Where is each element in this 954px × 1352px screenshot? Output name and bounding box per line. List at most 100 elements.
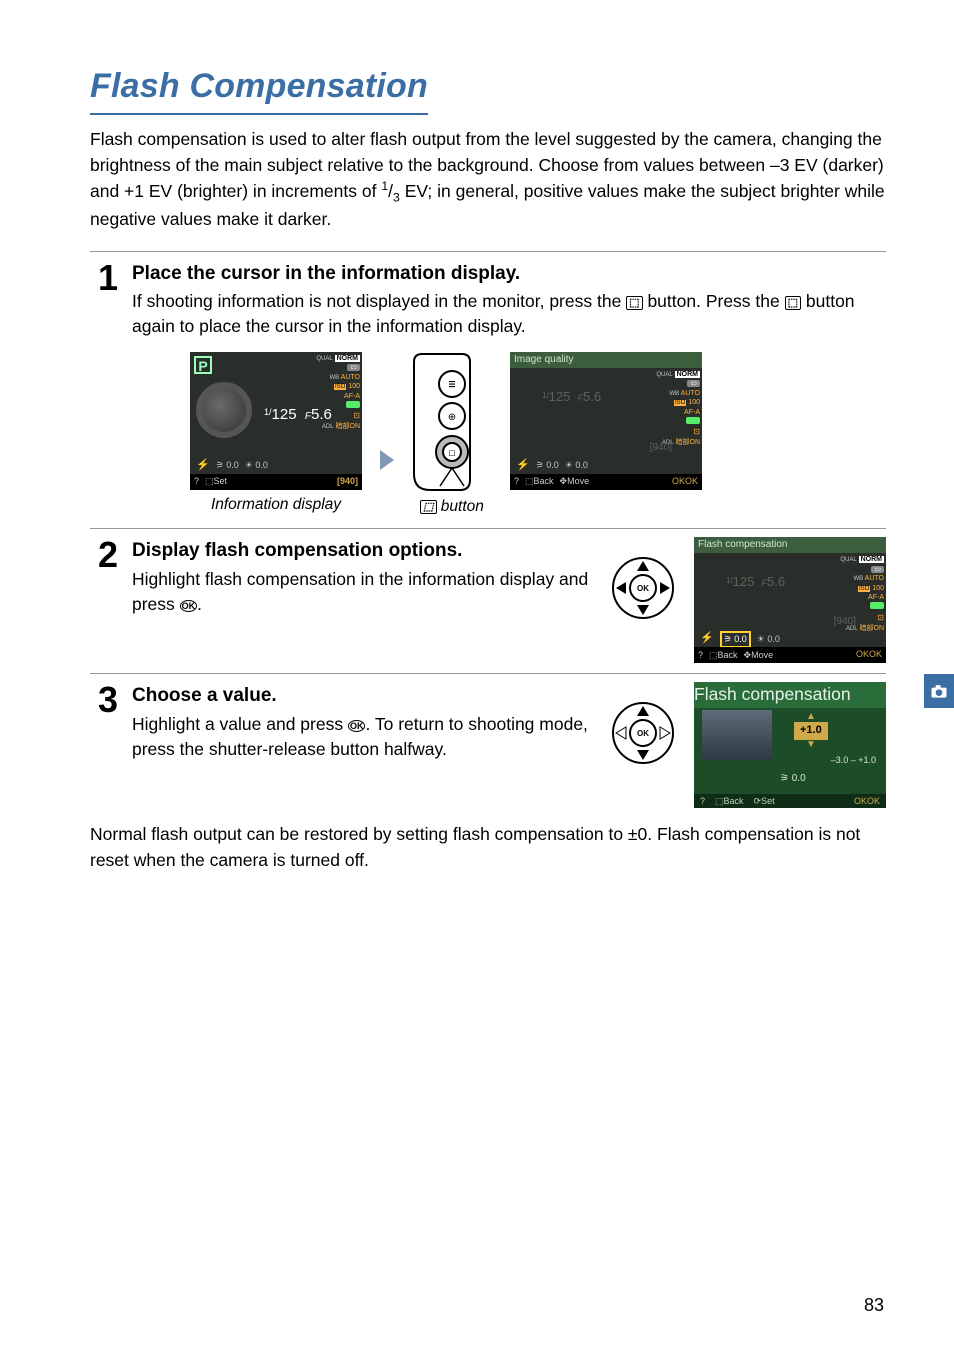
- lcd-flash-comp-highlight: Flash compensation 1/125 F5.6 QUAL NORM …: [694, 537, 886, 663]
- bolt-icon: ⚡: [700, 631, 714, 647]
- value-range: –3.0 – +1.0: [831, 754, 876, 767]
- flash-comp-value: 0.0: [546, 460, 559, 470]
- lcd-header: Flash compensation: [694, 537, 886, 553]
- exp-comp-value: 0.0: [575, 460, 588, 470]
- step-heading: Display flash compensation options.: [132, 537, 592, 565]
- dpad-illustration: OK: [610, 555, 676, 628]
- qual-label: QUAL: [656, 372, 672, 378]
- info-button-glyph: ⬚: [785, 296, 801, 310]
- wb-label: WB: [669, 391, 679, 397]
- lcd-status-row: ⚡ ⚞ 0.0 ☀ 0.0: [694, 631, 886, 647]
- dpad-illustration: OK: [610, 700, 676, 773]
- lcd-bottom-bar: ? ⬚Back ✥Move OKOK: [694, 647, 886, 663]
- lcd-bottom-bar: ? ⬚Set [940]: [190, 474, 362, 490]
- step-text: Highlight a value and press OK. To retur…: [132, 712, 592, 763]
- page-title: Flash Compensation: [90, 62, 428, 115]
- ok-button-glyph: OK: [180, 600, 198, 612]
- norm-label: NORM: [675, 371, 700, 378]
- frame-count-grey: [940]: [650, 441, 672, 456]
- af-mode: AF-A: [344, 393, 360, 400]
- divider: [90, 251, 886, 252]
- back-label: Back: [718, 650, 738, 660]
- frame-count-grey: [940]: [834, 615, 856, 630]
- exp-comp-value: 0.0: [255, 460, 268, 470]
- shutter-aperture-grey: 1/125 F5.6: [542, 388, 601, 407]
- qual-label: QUAL: [840, 557, 856, 563]
- lcd-bottom-bar: ? ⬚Back ✥Move OKOK: [510, 474, 702, 490]
- lcd-image-quality: Image quality 1/125 F5.6 QUAL NORM ▭ WB …: [510, 352, 702, 490]
- lcd-flash-comp-set: Flash compensation ▲ +1.0 ▼ –3.0 – +1.0 …: [694, 682, 886, 808]
- mode-indicator: P: [194, 356, 212, 374]
- step-3: 3 Choose a value. Highlight a value and …: [90, 682, 886, 808]
- bolt-icon: ⚡: [516, 458, 530, 474]
- step-text-b: button. Press the: [643, 291, 785, 311]
- flash-comp-value: 0.0: [226, 460, 239, 470]
- iso-value: 100: [872, 585, 884, 592]
- back-label: Back: [534, 476, 554, 486]
- dial-graphic: [196, 382, 252, 438]
- shutter-val: 125: [272, 406, 297, 423]
- move-label: Move: [751, 650, 773, 660]
- auto-label: AUTO: [341, 374, 360, 381]
- shutter-aperture-grey: 1/125 F5.6: [726, 573, 785, 592]
- frame-count: [940]: [337, 475, 358, 488]
- iso-label: ISO: [334, 384, 346, 390]
- lcd-info-display: P 1/125 F5.6 QUAL NORM ▭ WB AUTO ISO 100…: [190, 352, 362, 490]
- iso-label: ISO: [674, 400, 686, 406]
- iso-value: 100: [348, 383, 360, 390]
- camera-back-illustration: ☰ ⊕ ⬚: [412, 352, 492, 492]
- current-value: ⚞ 0.0: [780, 772, 806, 787]
- ok-label: OKOK: [856, 648, 882, 661]
- right-status-column: QUAL NORM ▭ WB AUTO ISO 100 AF-A ⊡ ADL 暗…: [316, 354, 360, 432]
- ok-label: OKOK: [672, 475, 698, 488]
- info-button-glyph: ⬚: [420, 500, 436, 514]
- auto-label: AUTO: [865, 575, 884, 582]
- shutter-prefix: 1/: [264, 407, 272, 417]
- step-text: If shooting information is not displayed…: [132, 289, 886, 340]
- lcd-status-row: ⚡ ⚞ 0.0 ☀ 0.0: [510, 458, 702, 474]
- norm-label: NORM: [335, 355, 360, 362]
- divider: [90, 673, 886, 674]
- svg-text:⊕: ⊕: [448, 412, 456, 423]
- step-text-a: If shooting information is not displayed…: [132, 291, 626, 311]
- bolt-icon: ⚡: [196, 458, 210, 474]
- adl-on: 暗部ON: [336, 423, 361, 430]
- norm-label: NORM: [859, 556, 884, 563]
- step-number: 2: [90, 537, 118, 573]
- set-label: Set: [761, 796, 775, 806]
- fraction-denominator: 3: [393, 190, 400, 204]
- svg-text:OK: OK: [637, 729, 649, 738]
- wb-label: WB: [853, 576, 863, 582]
- step-number: 3: [90, 682, 118, 718]
- step-text-b: .: [197, 594, 202, 614]
- svg-text:⬚: ⬚: [449, 450, 456, 457]
- figure-camera-back: ☰ ⊕ ⬚ ⬚ button: [412, 352, 492, 518]
- preview-thumbnail: [702, 710, 772, 760]
- lcd-status-row: ⚡ ⚞ 0.0 ☀ 0.0: [190, 458, 362, 474]
- qual-label: QUAL: [316, 356, 332, 362]
- iso-label: ISO: [858, 586, 870, 592]
- flash-comp-highlight: ⚞ 0.0: [720, 631, 751, 648]
- wb-label: WB: [329, 375, 339, 381]
- af-mode: AF-A: [868, 594, 884, 601]
- adl-on: 暗部ON: [676, 439, 701, 446]
- page-number: 83: [864, 1292, 884, 1318]
- caption-suffix: button: [437, 498, 484, 515]
- lcd-header: Flash compensation: [694, 682, 886, 707]
- ok-button-glyph: OK: [348, 720, 366, 732]
- step-heading: Choose a value.: [132, 682, 592, 710]
- fraction-numerator: 1: [381, 179, 388, 193]
- move-label: Move: [567, 476, 589, 486]
- iso-value: 100: [688, 399, 700, 406]
- set-label: Set: [214, 476, 228, 486]
- divider: [90, 528, 886, 529]
- arrow-icon: [380, 450, 394, 470]
- adl-label: ADL: [322, 424, 334, 430]
- back-label: Back: [724, 796, 744, 806]
- caption-info-display: Information display: [190, 494, 362, 516]
- intro-paragraph: Flash compensation is used to alter flas…: [90, 127, 886, 232]
- figure-info-display: P 1/125 F5.6 QUAL NORM ▭ WB AUTO ISO 100…: [190, 352, 362, 516]
- section-tab-camera-icon: [924, 674, 954, 708]
- closing-paragraph: Normal flash output can be restored by s…: [90, 822, 886, 873]
- down-triangle-icon: ▼: [806, 738, 816, 753]
